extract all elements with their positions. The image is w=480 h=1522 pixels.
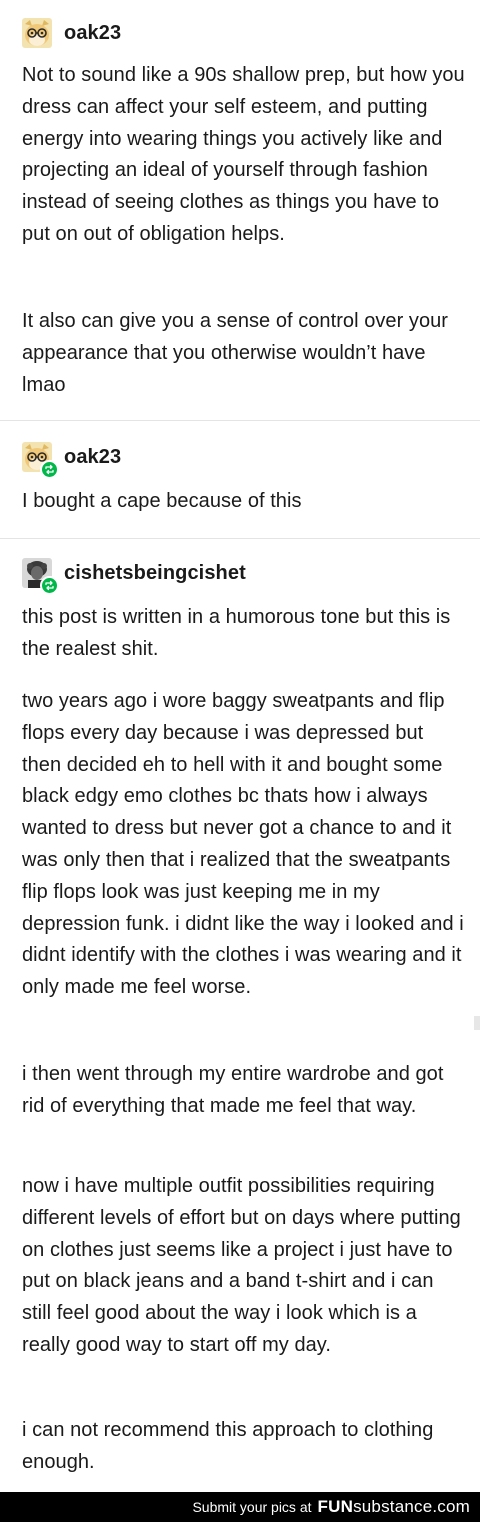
post-divider — [0, 538, 480, 539]
post-paragraph: It also can give you a sense of control … — [22, 310, 449, 396]
post-paragraph: i then went through my entire wardrobe a… — [22, 1063, 444, 1117]
reblog-icon — [40, 460, 59, 479]
footer-text: Submit your pics at — [192, 1499, 312, 1515]
post-paragraph: I bought a cape because of this — [22, 490, 302, 512]
logo-part: FUN — [317, 1497, 354, 1516]
logo-part: substance — [353, 1497, 433, 1516]
watermark-footer: Submit your pics at FUNsubstance.com — [0, 1492, 480, 1522]
username[interactable]: oak23 — [64, 442, 121, 472]
post-paragraph: now i have multiple outfit possibilities… — [22, 1175, 461, 1356]
username[interactable]: oak23 — [64, 18, 121, 48]
username[interactable]: cishetsbeingcishet — [64, 558, 246, 588]
post-paragraph: Not to sound like a 90s shallow prep, bu… — [22, 64, 465, 245]
post-header: cishetsbeingcishet — [22, 558, 246, 595]
avatar-oak23-icon — [22, 18, 52, 48]
avatar[interactable] — [22, 18, 52, 48]
avatar[interactable] — [22, 442, 59, 479]
post-header: oak23 — [22, 442, 121, 479]
logo-part: .com — [432, 1497, 470, 1516]
post-paragraph: this post is written in a humorous tone … — [22, 606, 451, 660]
post-header: oak23 — [22, 18, 121, 48]
avatar[interactable] — [22, 558, 59, 595]
reblog-icon — [40, 576, 59, 595]
funsubstance-logo: FUNsubstance.com — [318, 1492, 470, 1522]
post-paragraph: i can not recommend this approach to clo… — [22, 1419, 434, 1473]
scrollbar[interactable] — [474, 1016, 480, 1030]
post-paragraph: two years ago i wore baggy sweatpants an… — [22, 690, 464, 999]
post-divider — [0, 420, 480, 421]
